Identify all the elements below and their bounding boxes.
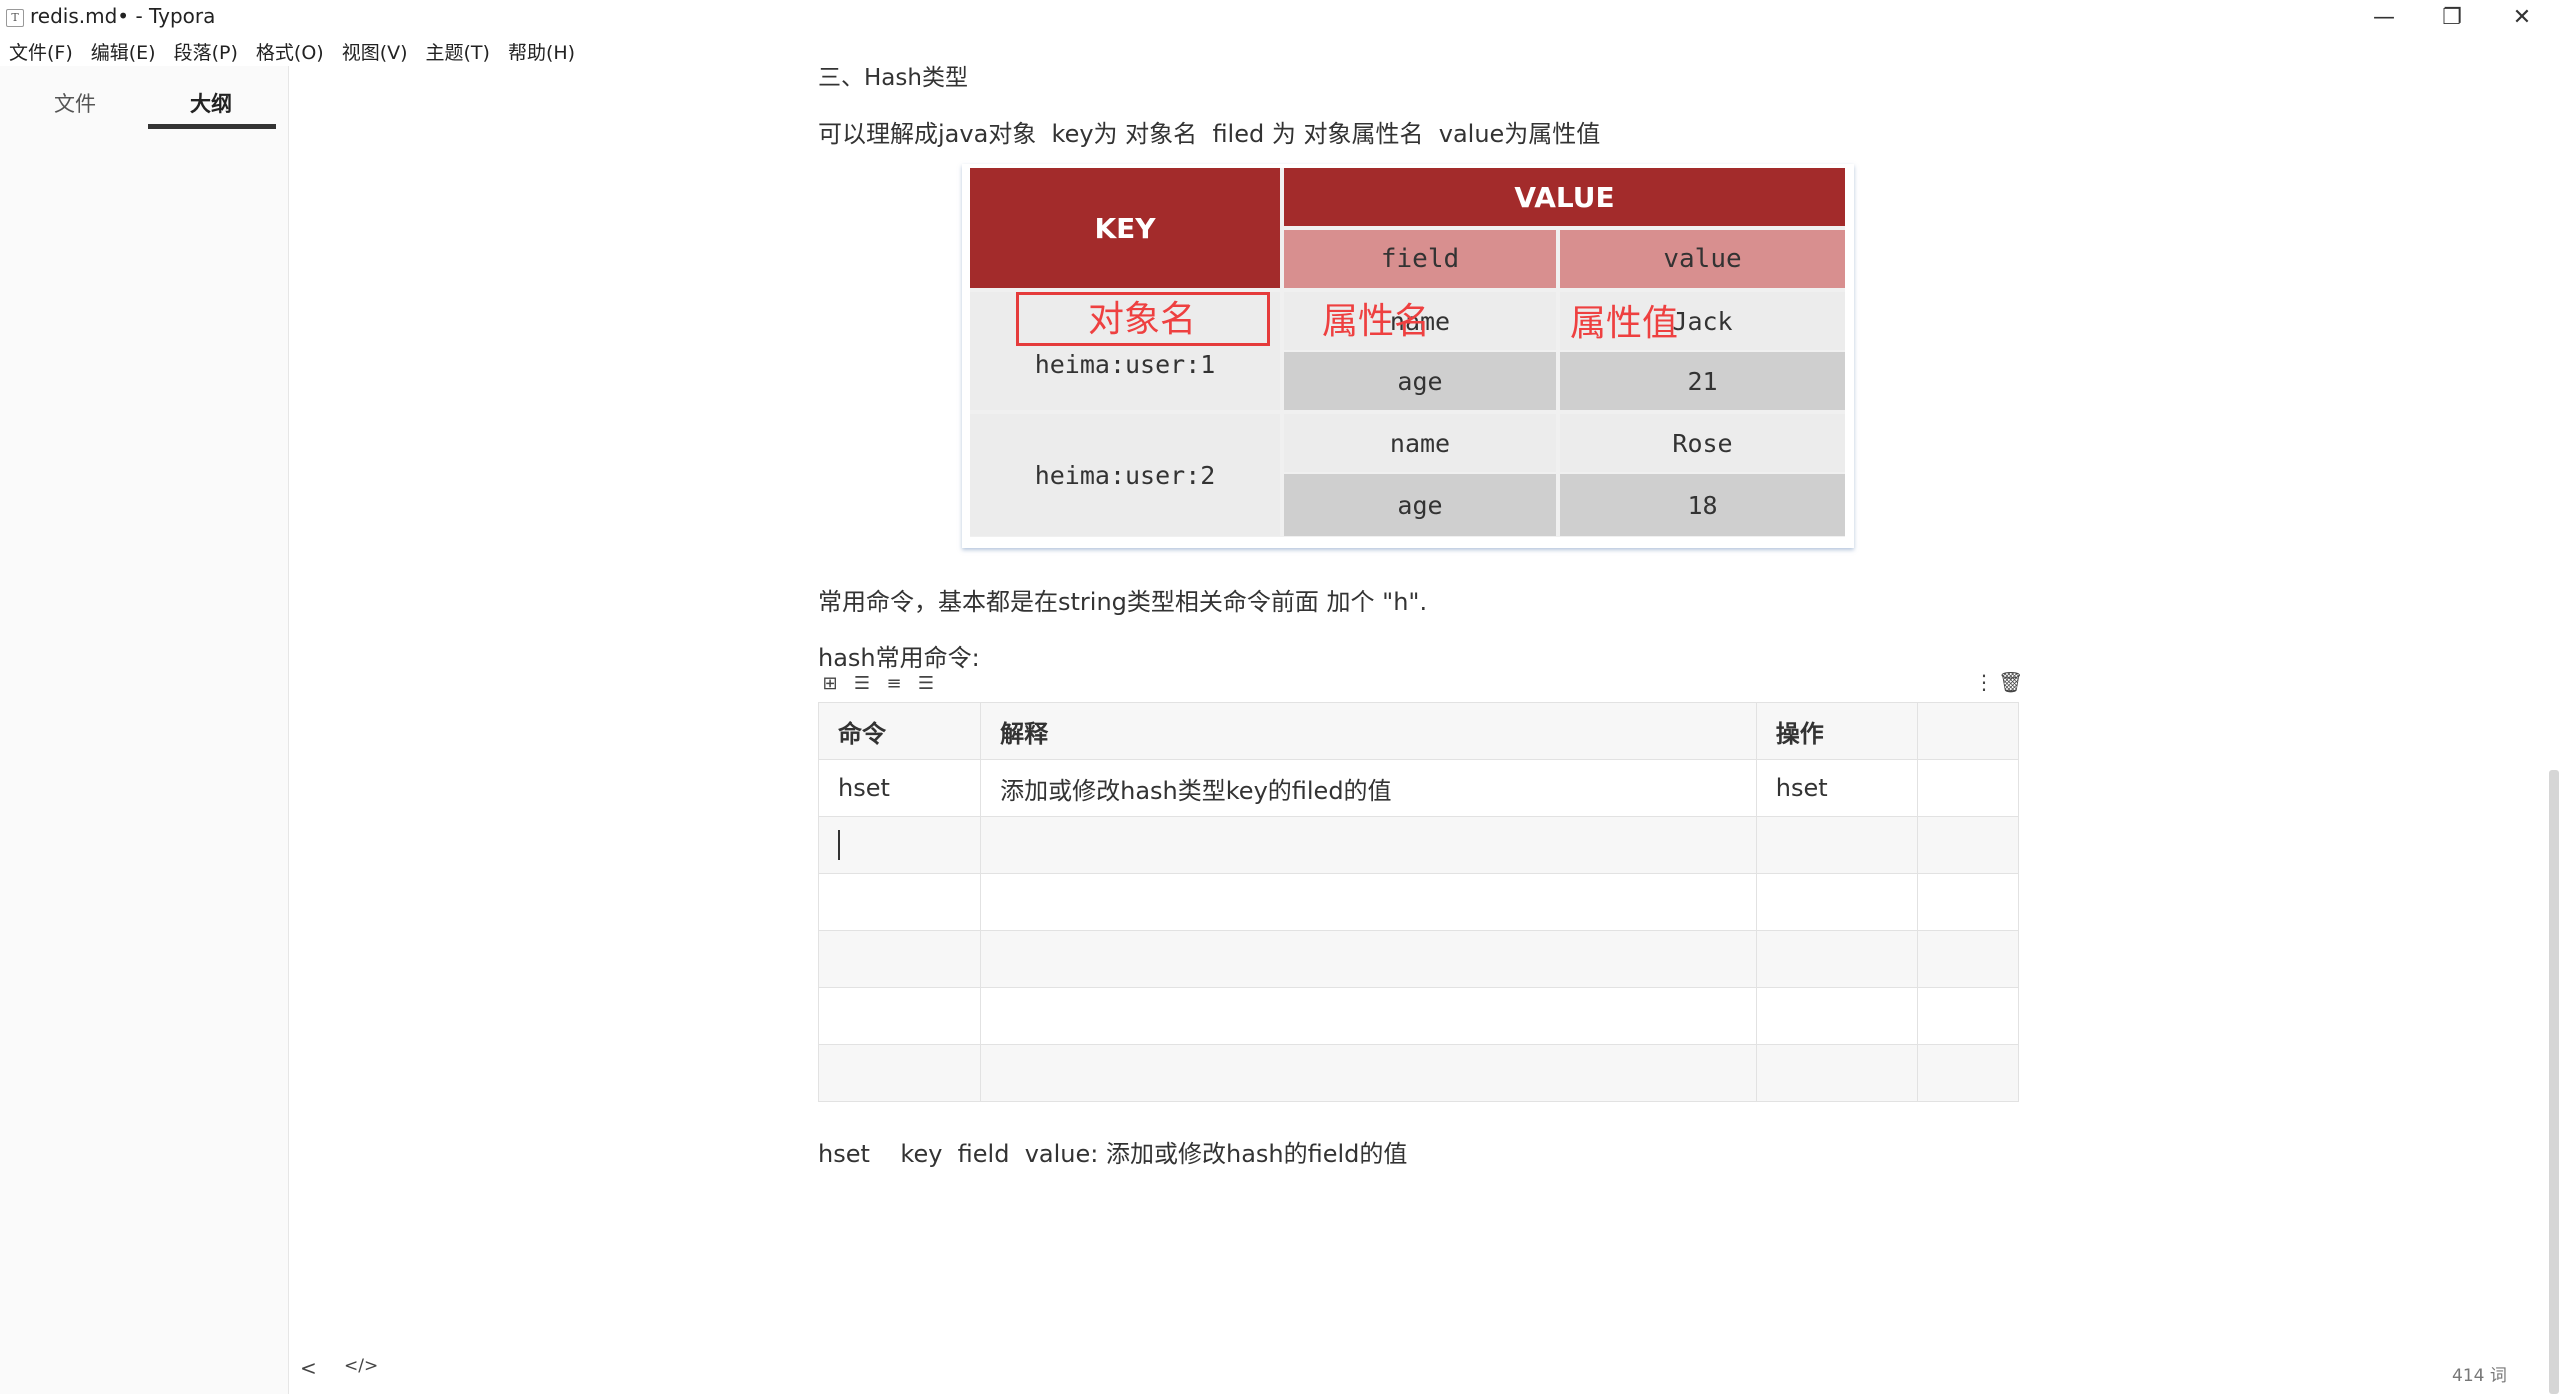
paragraph-hset-desc[interactable]: hset key field value: 添加或修改hash的field的值	[818, 1134, 1407, 1169]
table-header[interactable]	[1916, 702, 2020, 760]
table-resize-icon[interactable]: ⊞	[820, 674, 840, 694]
table-cell[interactable]	[1755, 930, 1918, 988]
table-cell[interactable]	[817, 873, 982, 931]
table-cell[interactable]	[1916, 987, 2020, 1045]
menu-help[interactable]: 帮助(H)	[499, 34, 584, 66]
annotation-object-name: 对象名	[1088, 299, 1197, 340]
title-bar: T redis.md• - Typora — ❐ ✕	[0, 0, 2560, 34]
menu-edit[interactable]: 编辑(E)	[82, 34, 165, 66]
typora-app-icon: T	[6, 9, 24, 27]
table-row: hset 添加或修改hash类型key的filed的值 hset	[817, 759, 2020, 817]
table-row	[817, 873, 2020, 931]
key-cell-user2: heima:user:2	[970, 414, 1280, 536]
maximize-button[interactable]: ❐	[2418, 0, 2486, 34]
image-content: KEY VALUE field value heima:user:1 name …	[970, 168, 1845, 537]
align-right-icon[interactable]: ☰	[916, 674, 936, 694]
table-cell[interactable]	[980, 930, 1757, 988]
hash-commands-table: 命令 解释 操作 hset 添加或修改hash类型key的filed的值 hse…	[817, 702, 2020, 1102]
menu-theme[interactable]: 主题(T)	[417, 34, 499, 66]
field-header: field	[1284, 230, 1556, 288]
tab-outline[interactable]: 大纲	[190, 88, 232, 118]
close-button[interactable]: ✕	[2488, 0, 2556, 34]
value-cell: 21	[1560, 352, 1845, 410]
minimize-button[interactable]: —	[2350, 0, 2418, 34]
table-cell[interactable]	[980, 1044, 1757, 1102]
value-header: VALUE	[1284, 168, 1845, 226]
table-cell[interactable]	[817, 1044, 982, 1102]
text-cursor	[838, 830, 840, 860]
sidebar: 文件 大纲	[0, 66, 289, 1394]
table-cell[interactable]	[1916, 1044, 2020, 1102]
align-left-icon[interactable]: ☰	[852, 674, 872, 694]
table-row	[817, 930, 2020, 988]
table-cell[interactable]	[980, 816, 1757, 874]
field-cell: age	[1284, 474, 1556, 536]
value-subheader: value	[1560, 230, 1845, 288]
table-cell[interactable]	[1916, 930, 2020, 988]
toggle-sidebar-icon[interactable]: <	[300, 1356, 317, 1380]
active-tab-indicator	[148, 124, 276, 129]
paragraph-intro[interactable]: 可以理解成java对象 key为 对象名 filed 为 对象属性名 value…	[818, 114, 1600, 149]
paragraph-commands[interactable]: 常用命令，基本都是在string类型相关命令前面 加个 "h".	[818, 582, 1427, 617]
vertical-scrollbar[interactable]	[2549, 770, 2559, 1394]
table-cell[interactable]: hset	[1755, 759, 1918, 817]
table-cell[interactable]: hset	[817, 759, 982, 817]
table-cell-active[interactable]	[817, 816, 982, 874]
table-cell[interactable]	[817, 930, 982, 988]
align-center-icon[interactable]: ≡	[884, 674, 904, 694]
table-cell[interactable]	[1755, 987, 1918, 1045]
menu-view[interactable]: 视图(V)	[333, 34, 417, 66]
table-cell[interactable]: 添加或修改hash类型key的filed的值	[980, 759, 1757, 817]
table-cell[interactable]	[817, 987, 982, 1045]
table-cell[interactable]	[980, 873, 1757, 931]
table-row	[817, 816, 2020, 874]
table-toolbar: ⊞ ☰ ≡ ☰	[820, 670, 936, 698]
table-cell[interactable]	[1755, 1044, 1918, 1102]
table-cell[interactable]	[1755, 816, 1918, 874]
paragraph-hash-commands[interactable]: hash常用命令:	[818, 638, 980, 673]
value-cell: 18	[1560, 474, 1845, 536]
table-header[interactable]: 命令	[817, 702, 982, 760]
annotation-attr-name: 属性名	[1322, 301, 1431, 342]
annotation-attr-value: 属性值	[1570, 303, 1679, 344]
field-cell: age	[1284, 352, 1556, 410]
more-options-icon[interactable]: ⋮	[1974, 670, 1994, 694]
hash-structure-image[interactable]: KEY VALUE field value heima:user:1 name …	[962, 164, 1854, 548]
source-code-mode-icon[interactable]: </>	[344, 1356, 378, 1376]
table-cell[interactable]	[1916, 873, 2020, 931]
word-count[interactable]: 414 词	[2452, 1361, 2507, 1386]
menu-file[interactable]: 文件(F)	[0, 34, 82, 66]
window-title: redis.md• - Typora	[30, 4, 216, 28]
menu-paragraph[interactable]: 段落(P)	[165, 34, 247, 66]
table-cell[interactable]	[1916, 759, 2020, 817]
table-row	[817, 987, 2020, 1045]
field-cell: name	[1284, 414, 1556, 472]
section-heading[interactable]: 三、Hash类型	[818, 58, 968, 92]
delete-table-icon[interactable]: 🗑	[1998, 670, 2023, 694]
value-cell: Rose	[1560, 414, 1845, 472]
table-header[interactable]: 操作	[1755, 702, 1918, 760]
table-header[interactable]: 解释	[980, 702, 1757, 760]
table-cell[interactable]	[1916, 816, 2020, 874]
menu-bar: 文件(F) 编辑(E) 段落(P) 格式(O) 视图(V) 主题(T) 帮助(H…	[0, 34, 584, 66]
table-cell[interactable]	[1755, 873, 1918, 931]
key-header: KEY	[970, 168, 1280, 288]
table-row	[817, 1044, 2020, 1102]
tab-files[interactable]: 文件	[54, 88, 96, 118]
table-cell[interactable]	[980, 987, 1757, 1045]
menu-format[interactable]: 格式(O)	[247, 34, 333, 66]
